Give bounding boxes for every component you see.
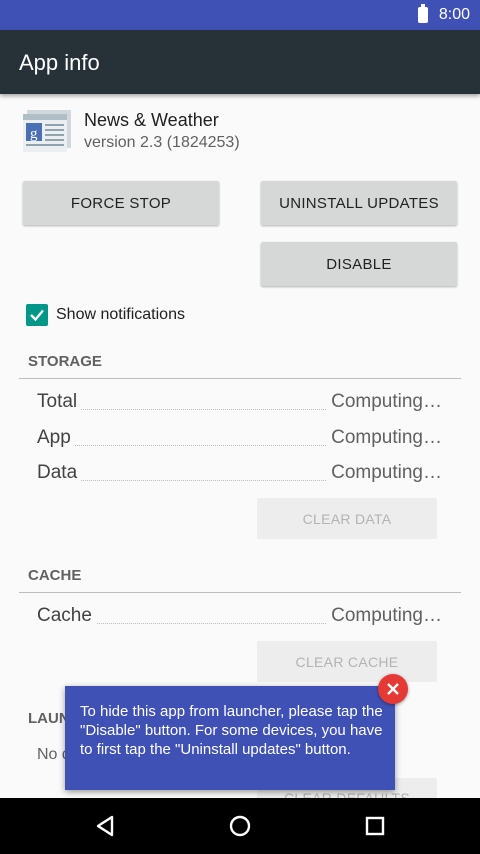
uninstall-updates-button[interactable]: UNINSTALL UPDATES: [261, 181, 457, 225]
cache-label: Cache: [37, 605, 96, 627]
navigation-bar: [0, 798, 480, 854]
storage-data-label: Data: [37, 462, 82, 484]
storage-row-total: Total Computing…: [37, 391, 442, 417]
app-version: version 2.3 (1824253): [84, 134, 240, 151]
google-news-icon: g: [21, 108, 73, 152]
home-icon[interactable]: [226, 812, 254, 840]
storage-row-data: Data Computing…: [37, 462, 442, 488]
show-notifications-label: Show notifications: [56, 306, 185, 323]
storage-total-value: Computing…: [327, 391, 442, 413]
app-header: g News & Weather version 2.3 (1824253): [0, 94, 480, 174]
storage-data-value: Computing…: [327, 462, 442, 484]
disable-button[interactable]: DISABLE: [261, 242, 457, 286]
force-stop-button[interactable]: FORCE STOP: [23, 181, 219, 225]
storage-row-app: App Computing…: [37, 427, 442, 453]
status-time: 8:00: [438, 6, 470, 23]
show-notifications-checkbox[interactable]: [26, 304, 48, 326]
storage-app-value: Computing…: [327, 427, 442, 449]
storage-divider: [19, 378, 461, 379]
svg-text:g: g: [30, 126, 38, 142]
clear-cache-button[interactable]: CLEAR CACHE: [257, 641, 437, 682]
cache-row: Cache Computing…: [37, 605, 442, 631]
hint-text: To hide this app from launcher, please t…: [80, 703, 383, 758]
hint-popup: To hide this app from launcher, please t…: [65, 686, 395, 790]
storage-header: STORAGE: [28, 353, 102, 370]
clear-data-button[interactable]: CLEAR DATA: [257, 498, 437, 539]
storage-total-label: Total: [37, 391, 82, 413]
app-name: News & Weather: [84, 110, 219, 130]
close-icon[interactable]: [378, 674, 408, 704]
page-title: App info: [19, 50, 100, 75]
app-bar: App info: [0, 30, 480, 94]
checkmark-icon: [30, 309, 44, 322]
status-bar: 8:00: [0, 0, 480, 30]
cache-value: Computing…: [327, 605, 442, 627]
cache-divider: [19, 592, 461, 593]
recents-icon[interactable]: [361, 812, 389, 840]
battery-icon: [418, 4, 428, 23]
storage-app-label: App: [37, 427, 75, 449]
launch-header: LAUN: [28, 710, 70, 727]
cache-header: CACHE: [28, 567, 82, 584]
back-icon[interactable]: [92, 812, 120, 840]
